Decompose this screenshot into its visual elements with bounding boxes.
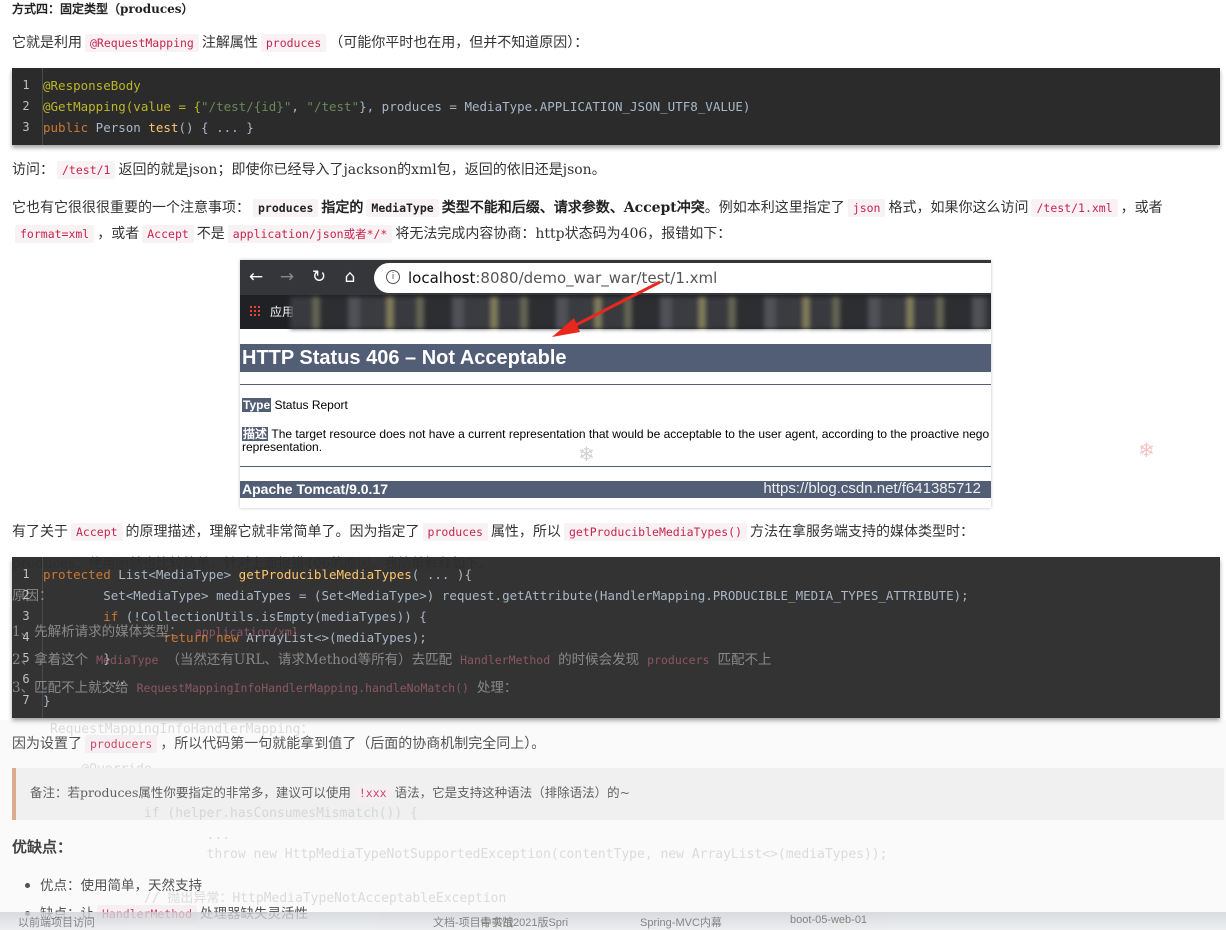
section-heading: 方式四：固定类型（produces）	[12, 2, 194, 16]
ghost-code: throw new HttpMediaTypeNotSupportedExcep…	[50, 847, 888, 862]
inline-code: application/json或者*/*	[227, 225, 393, 243]
snowflake-icon: ❄	[578, 442, 595, 466]
visit-paragraph: 访问：/test/1 返回的就是json；即使你已经导入了jackson的xml包…	[12, 161, 606, 179]
producers-paragraph: 因为设置了 producers ，所以代码第一句就能拿到值了（后面的协商机制完全同上…	[12, 735, 546, 753]
error-screenshot: ← → ↻ ⌂ i localhost:8080/demo_war_war/te…	[240, 260, 991, 508]
inline-code: getProducibleMediaTypes()	[563, 523, 748, 541]
pros-cons-heading: 优缺点：	[12, 838, 73, 856]
ghost-text: 1、先解析请求的媒体类型： application/xml	[12, 624, 299, 640]
snowflake-icon: ❄	[1138, 438, 1155, 462]
ghost-text: 2、拿着这个 MediaType （当然还有URL、请求Method等所有）去匹配 H…	[12, 652, 772, 668]
article-page: 方式四：固定类型（produces） 它就是利用 @RequestMapping 注…	[0, 0, 1226, 930]
ghost-text: 原因：	[12, 588, 53, 604]
code-line: 2 Set<MediaType> mediaTypes = (Set<Media…	[22, 588, 969, 603]
code-line: 2 @GetMapping(value = {"/test/{id}", "/te…	[22, 99, 751, 114]
inline-code: produces	[422, 523, 488, 541]
accept-paragraph: 有了关于 Accept 的原理描述，理解它就非常简单了。因为指定了 produces 属…	[12, 523, 975, 541]
code-line: 3 public Person test() { ... }	[22, 120, 254, 135]
inline-code: @RequestMapping	[85, 34, 199, 52]
intro-paragraph: 它就是利用 @RequestMapping 注解属性 produces （可能你平时也在…	[12, 34, 589, 52]
inline-code: /test/1	[57, 161, 116, 179]
list-item: 优点：使用简单，天然支持	[25, 874, 202, 894]
ghost-text: 3、匹配不上就交给 RequestMappingInfoHandlerMappin…	[12, 680, 518, 696]
ghost-code: if (helper.hasConsumesMismatch()) {	[50, 806, 418, 821]
inline-code: Accept	[142, 225, 194, 243]
code-line: 1 protected List<MediaType> getProducible…	[22, 567, 472, 582]
red-arrow-annotation	[552, 280, 661, 337]
code-block-1[interactable]: 1 @ResponseBody 2 @GetMapping(value = {"/t…	[12, 68, 1220, 145]
inline-code: produces	[253, 199, 319, 217]
inline-code: Accept	[71, 523, 123, 541]
ghost-code: ...	[50, 828, 231, 843]
code-line: 1 @ResponseBody	[22, 78, 141, 93]
inline-code: format=xml	[15, 225, 95, 243]
inline-code: produces	[260, 34, 327, 52]
inline-code: producers	[85, 735, 158, 753]
inline-code: !xxx	[353, 784, 392, 802]
inline-code: MediaType	[366, 199, 439, 217]
taskbar-ghost: 以前端项目访问 文档-项目中实战 青书馆2021版Spri Spring-MVC…	[0, 912, 1226, 930]
inline-code: json	[847, 199, 886, 217]
notice-paragraph: 它也有它很很很重要的一个注意事项： produces 指定的 MediaType 类型不…	[12, 199, 1163, 243]
inline-code: /test/1.xml	[1031, 199, 1118, 217]
